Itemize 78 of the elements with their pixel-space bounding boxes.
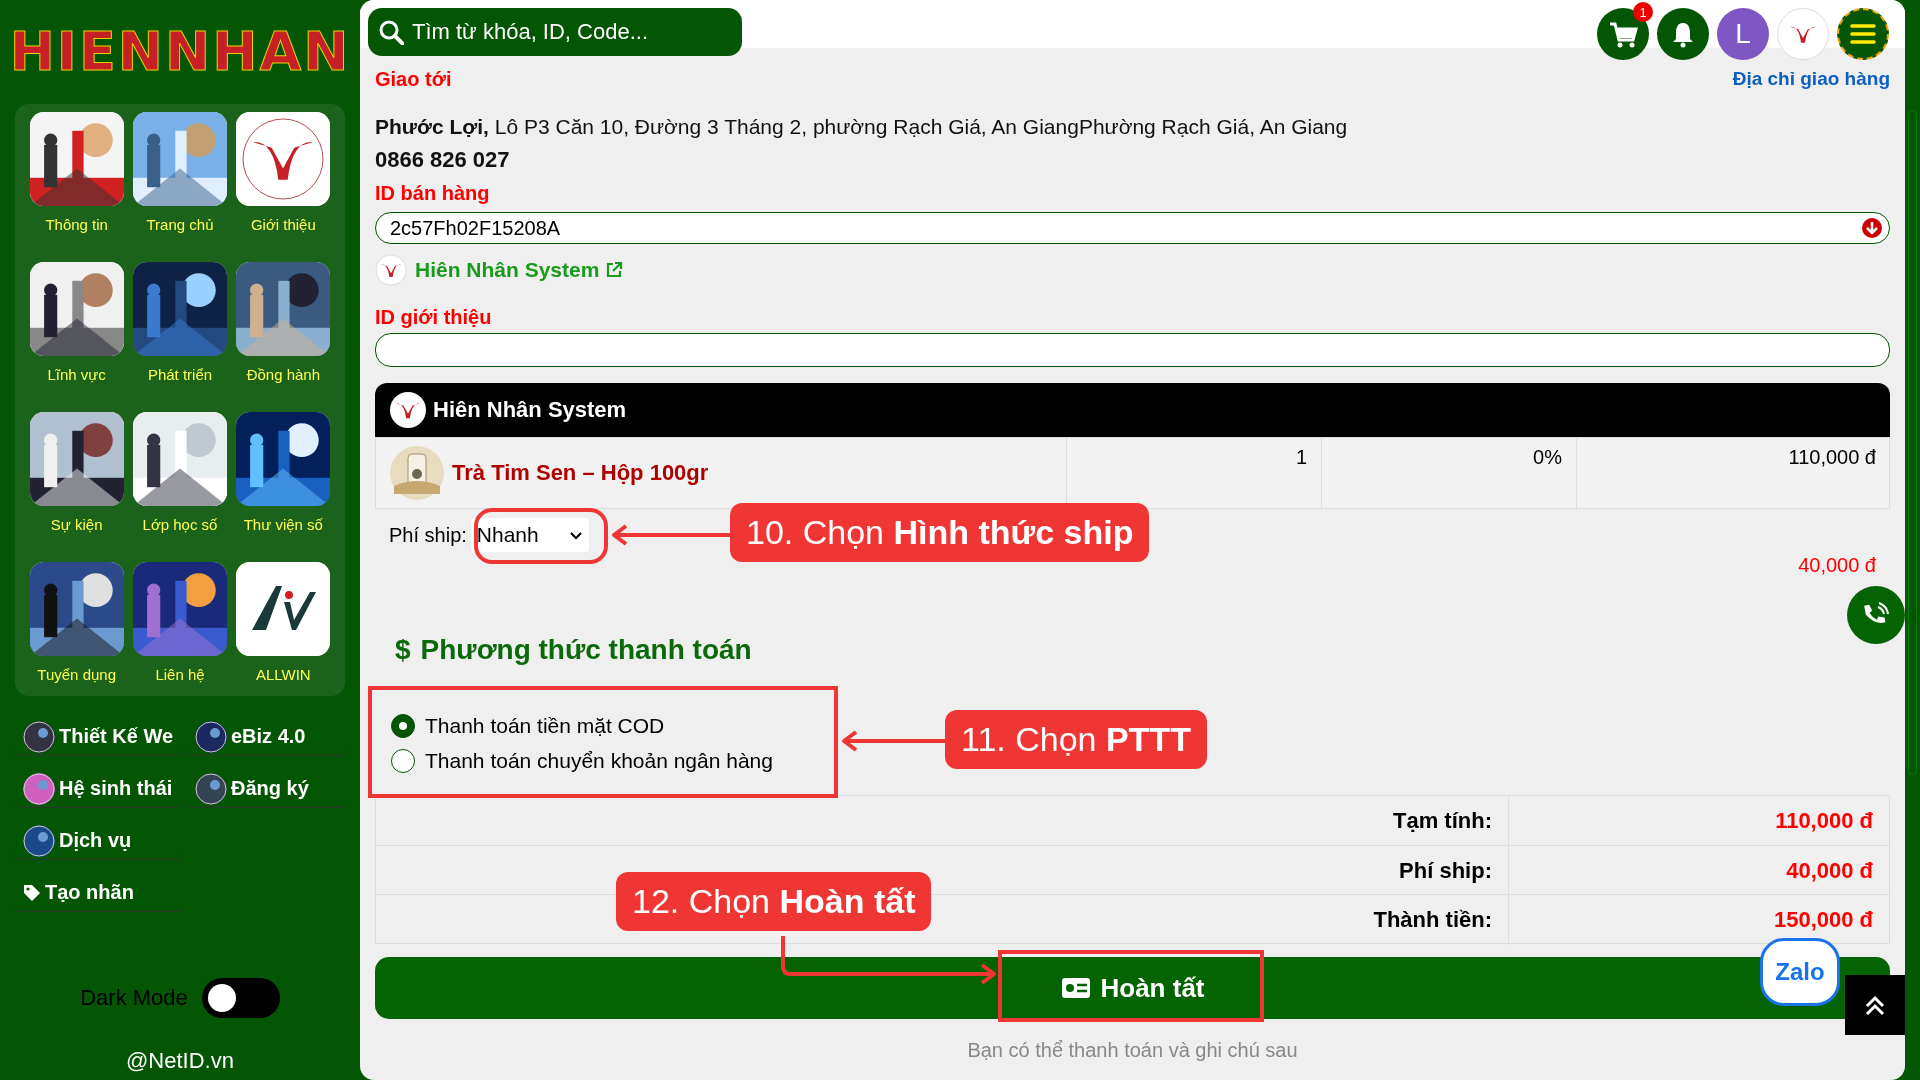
logo-icon — [236, 562, 331, 656]
summary-value: 110,000 đ — [1774, 807, 1874, 835]
avatar-icon — [23, 772, 55, 805]
tile-label[interactable]: Lớp học số — [142, 516, 218, 536]
radio-button[interactable] — [391, 749, 415, 773]
dark-mode-label: Dark Mode — [80, 985, 188, 1011]
cart-icon — [1608, 20, 1638, 48]
tag-icon — [23, 883, 41, 902]
notifications-button[interactable] — [1657, 8, 1709, 60]
callout-label: 10. Chọn Hình thức ship — [730, 503, 1150, 562]
tile-label[interactable]: Phát triển — [147, 366, 213, 386]
menu-button[interactable] — [1837, 8, 1889, 60]
phone-number: 0866 826 027 — [375, 146, 511, 174]
brand-logo-icon — [375, 254, 407, 286]
table-cell: 110,000 đ — [1577, 438, 1890, 508]
tile-label[interactable]: Đồng hành — [246, 366, 321, 386]
brand-logo-icon — [389, 391, 427, 429]
search-field[interactable]: Tìm từ khóa, ID, Code... — [368, 8, 742, 56]
field-label: ID giới thiệu — [375, 305, 493, 330]
shop-name: Hiên Nhân System — [433, 397, 627, 423]
shipping-select[interactable]: Nhanh — [470, 518, 589, 552]
avatar-icon — [23, 720, 55, 753]
chevron-down-icon — [568, 530, 583, 540]
section-label: Giao tới — [375, 67, 452, 92]
external-link-icon[interactable] — [605, 261, 624, 279]
link-label[interactable]: Dịch vụ — [59, 829, 132, 852]
link-label[interactable]: eBiz 4.0 — [231, 725, 306, 748]
section-title: Phương thức thanh toán — [420, 634, 752, 666]
link-label[interactable]: Thiết Kế We — [59, 725, 174, 748]
shipping-fee: 40,000 đ — [1798, 554, 1876, 577]
ship-label: Phí ship: — [389, 523, 467, 547]
toggle-switch[interactable] — [201, 978, 280, 1018]
tile-label[interactable]: Lĩnh vực — [47, 366, 106, 386]
logo-icon — [236, 112, 331, 206]
option-label[interactable]: Thanh toán tiền mặt COD — [425, 714, 665, 738]
tile-label[interactable]: ALLWIN — [255, 666, 311, 686]
table-cell: 0% — [1322, 438, 1577, 508]
summary-value: 40,000 đ — [1785, 857, 1874, 885]
logo: HIENNHAN — [9, 22, 351, 82]
download-icon[interactable] — [1861, 217, 1883, 239]
option-label[interactable]: Thanh toán chuyển khoản ngân hàng — [425, 749, 773, 773]
link-label[interactable]: Đăng ký — [231, 777, 309, 800]
field-label: ID bán hàng — [375, 181, 491, 206]
tile-label[interactable]: Thông tin — [45, 216, 108, 236]
call-button[interactable] — [1847, 586, 1905, 644]
scroll-top-button[interactable] — [1845, 975, 1905, 1035]
callout-label: 11. Chọn PTTT — [945, 710, 1207, 769]
link-label[interactable]: Tạo nhãn — [45, 881, 134, 904]
referrer-id-field[interactable] — [375, 333, 1890, 367]
cart-button[interactable] — [1597, 8, 1649, 60]
avatar-icon — [195, 720, 227, 753]
link-label[interactable]: Hệ sinh thái — [59, 777, 173, 800]
field-value[interactable]: 2c57Fh02F15208A — [390, 216, 561, 240]
user-avatar[interactable]: L — [1717, 8, 1769, 60]
tile-label[interactable]: Giới thiệu — [250, 216, 316, 236]
avatar-icon — [23, 824, 55, 857]
radio-button[interactable] — [391, 714, 415, 738]
summary-value: 150,000 đ — [1772, 906, 1874, 934]
menu-icon — [1850, 22, 1876, 46]
delivery-address: Phước Lợi, Lô P3 Căn 10, Đường 3 Tháng 2, phường Rạch Giá, An GiangPhường Rạch Giá, An Giang — [375, 114, 1349, 140]
payment-card-icon — [1060, 977, 1091, 999]
scrollbar-thumb[interactable] — [1908, 110, 1917, 775]
tile-label[interactable]: Liên hệ — [155, 666, 205, 686]
tile-label[interactable]: Thư viện số — [243, 516, 323, 536]
cart-count-badge: 1 — [1633, 2, 1653, 22]
search-icon — [378, 19, 404, 45]
hint-text: Bạn có thể thanh toán và ghi chú sau — [966, 1039, 1299, 1062]
summary-label: Tạm tính: — [376, 796, 1509, 846]
tile-label[interactable]: Tuyển dụng — [37, 666, 116, 686]
zalo-chat-button[interactable]: Zalo — [1760, 938, 1840, 1006]
product-name: Trà Tim Sen – Hộp 100gr — [452, 460, 709, 486]
tile-label[interactable]: Sự kiện — [50, 516, 103, 536]
avatar-icon — [195, 772, 227, 805]
dollar-icon: $ — [395, 634, 411, 666]
footer-text: @NetID.vn — [126, 1048, 234, 1074]
double-chevron-up-icon — [1864, 994, 1886, 1016]
address-link[interactable]: Địa chỉ giao hàng — [1732, 68, 1890, 90]
tile-label[interactable]: Trang chủ — [146, 216, 214, 236]
